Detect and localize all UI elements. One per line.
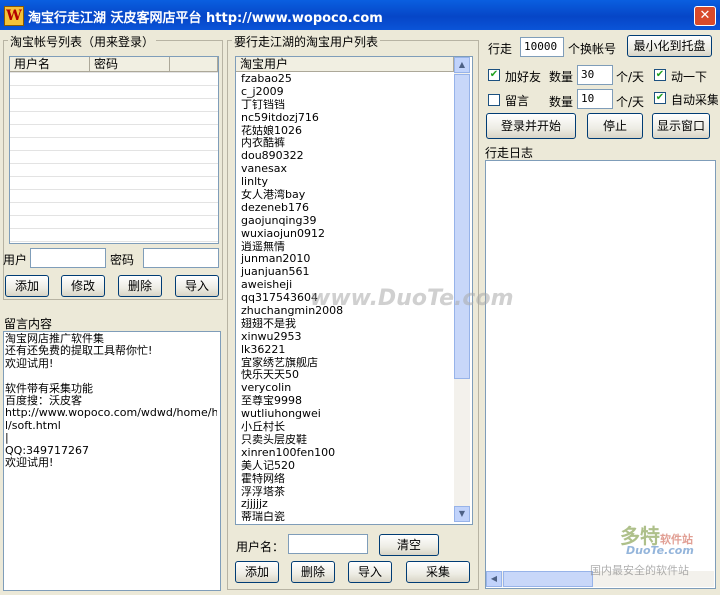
message-line: http://www.wopoco.com/wdwd/home/htm bbox=[5, 406, 217, 420]
switch-account-label: 个换帐号 bbox=[568, 42, 617, 56]
friend-per-day-label: 个/天 bbox=[616, 70, 645, 84]
list-item[interactable]: fzabao25 bbox=[239, 73, 453, 86]
duote-logo-url: DuoTe.com bbox=[626, 544, 694, 557]
list-item[interactable]: 小丘村长 bbox=[239, 421, 453, 434]
friend-qty-input[interactable]: 30 bbox=[577, 65, 613, 85]
auto-collect-label: 自动采集 bbox=[671, 93, 718, 107]
target-username-label: 用户名： bbox=[236, 540, 285, 554]
act-label: 动一下 bbox=[671, 70, 708, 84]
target-delete-button[interactable]: 删除 bbox=[291, 561, 335, 583]
add-friend-label: 加好友 bbox=[505, 70, 542, 84]
scroll-down-icon[interactable]: ▼ bbox=[454, 506, 470, 522]
message-line: l/soft.html bbox=[5, 418, 61, 432]
list-item[interactable]: linlty bbox=[239, 176, 453, 189]
list-item[interactable]: 霍特网络 bbox=[239, 473, 453, 486]
message-group-title: 留言内容 bbox=[2, 315, 55, 332]
message-per-day-label: 个/天 bbox=[616, 95, 645, 109]
list-item[interactable]: xinwu2953 bbox=[239, 331, 453, 344]
stop-button[interactable]: 停止 bbox=[587, 113, 643, 139]
auto-collect-checkbox[interactable]: ✔ bbox=[654, 92, 666, 104]
targets-group-title: 要行走江湖的淘宝用户列表 bbox=[232, 33, 381, 50]
list-item[interactable]: 内衣酷裤 bbox=[239, 137, 453, 150]
list-item[interactable]: c_j2009 bbox=[239, 86, 453, 99]
account-user-input[interactable] bbox=[30, 248, 106, 268]
targets-col-user[interactable]: 淘宝用户 bbox=[236, 57, 454, 72]
accounts-col-pass[interactable]: 密码 bbox=[90, 57, 170, 72]
account-edit-button[interactable]: 修改 bbox=[61, 275, 105, 297]
message-option-label: 留言 bbox=[505, 94, 530, 108]
log-hscroll-thumb[interactable] bbox=[503, 571, 593, 587]
list-item[interactable]: 蒂瑞白瓷 bbox=[239, 511, 453, 521]
message-line: | bbox=[5, 431, 9, 445]
list-item[interactable]: wutliuhongwei bbox=[239, 408, 453, 421]
duote-watermark: www.DuoTe.com bbox=[310, 286, 514, 311]
message-line: 欢迎试用! bbox=[5, 356, 54, 370]
window-title: 淘宝行走江湖 沃皮客网店平台 http://www.wopoco.com bbox=[28, 11, 383, 26]
accounts-group-title: 淘宝帐号列表（用来登录） bbox=[8, 33, 157, 50]
list-item[interactable]: xinren100fen100 bbox=[239, 447, 453, 460]
list-item[interactable]: 翅翅不是我 bbox=[239, 318, 453, 331]
close-button[interactable]: ✕ bbox=[694, 6, 716, 26]
message-text: 淘宝网店推广软件集 还有还免费的提取工具帮你忙! 欢迎试用! 软件带有采集功能 百度搜：… bbox=[5, 333, 217, 587]
target-import-button[interactable]: 导入 bbox=[348, 561, 392, 583]
list-item[interactable]: lk36221 bbox=[239, 344, 453, 357]
account-pass-label: 密码 bbox=[110, 253, 135, 267]
message-checkbox[interactable] bbox=[488, 94, 500, 106]
duote-logo-slogan: 国内最安全的软件站 bbox=[590, 564, 689, 577]
account-pass-input[interactable] bbox=[143, 248, 219, 268]
list-item[interactable]: zjjjjjz bbox=[239, 498, 453, 511]
list-item[interactable]: nc59itdozj716 bbox=[239, 112, 453, 125]
message-line: 欢迎试用! bbox=[5, 456, 54, 470]
accounts-table[interactable]: 用户名 密码 bbox=[9, 56, 219, 244]
duote-logo: 多特软件站 DuoTe.com 国内最安全的软件站 bbox=[590, 520, 716, 580]
message-line: 还有还免费的提取工具帮你忙! bbox=[5, 344, 153, 358]
list-item[interactable]: 逍遥無情 bbox=[239, 241, 453, 254]
list-item[interactable]: gaojunqing39 bbox=[239, 215, 453, 228]
accounts-col-extra bbox=[170, 57, 218, 72]
scroll-left-icon[interactable]: ◀ bbox=[486, 571, 502, 587]
target-collect-button[interactable]: 采集 bbox=[406, 561, 470, 583]
list-item[interactable]: 浮浮塔茶 bbox=[239, 486, 453, 499]
login-start-button[interactable]: 登录并开始 bbox=[486, 113, 576, 139]
message-line bbox=[5, 370, 217, 382]
list-item[interactable]: 只卖头层皮鞋 bbox=[239, 434, 453, 447]
title-bar[interactable]: W 淘宝行走江湖 沃皮客网店平台 http://www.wopoco.com ✕ bbox=[0, 0, 720, 30]
list-item[interactable]: 宜家绣艺旗舰店 bbox=[239, 357, 453, 370]
show-window-button[interactable]: 显示窗口 bbox=[652, 113, 710, 139]
message-qty-label: 数量 bbox=[549, 95, 574, 109]
accounts-col-user[interactable]: 用户名 bbox=[10, 57, 90, 72]
list-item[interactable]: junman2010 bbox=[239, 253, 453, 266]
list-item[interactable]: juanjuan561 bbox=[239, 266, 453, 279]
list-item[interactable]: dou890322 bbox=[239, 150, 453, 163]
scroll-thumb[interactable] bbox=[454, 74, 470, 379]
act-checkbox[interactable]: ✔ bbox=[654, 69, 666, 81]
scroll-up-icon[interactable]: ▲ bbox=[454, 57, 470, 73]
account-import-button[interactable]: 导入 bbox=[175, 275, 219, 297]
target-clear-button[interactable]: 清空 bbox=[379, 534, 439, 556]
list-item[interactable]: 至尊宝9998 bbox=[239, 395, 453, 408]
list-item[interactable]: 花姑娘1026 bbox=[239, 125, 453, 138]
walk-label: 行走 bbox=[488, 42, 513, 56]
account-add-button[interactable]: 添加 bbox=[5, 275, 49, 297]
list-item[interactable]: 美人记520 bbox=[239, 460, 453, 473]
log-title: 行走日志 bbox=[485, 146, 534, 160]
list-item[interactable]: dezeneb176 bbox=[239, 202, 453, 215]
walk-count-input[interactable]: 10000 bbox=[520, 37, 564, 57]
list-item[interactable]: verycolin bbox=[239, 382, 453, 395]
app-icon: W bbox=[4, 6, 24, 26]
target-username-input[interactable] bbox=[288, 534, 368, 554]
close-icon: ✕ bbox=[699, 8, 711, 23]
list-item[interactable]: 快乐天天50 bbox=[239, 369, 453, 382]
list-item[interactable]: 丁钉铛铛 bbox=[239, 99, 453, 112]
target-add-button[interactable]: 添加 bbox=[235, 561, 279, 583]
list-item[interactable]: vanesax bbox=[239, 163, 453, 176]
message-qty-input[interactable]: 10 bbox=[577, 89, 613, 109]
list-item[interactable]: wuxiaojun0912 bbox=[239, 228, 453, 241]
minimize-to-tray-button[interactable]: 最小化到托盘 bbox=[627, 35, 712, 57]
account-delete-button[interactable]: 删除 bbox=[118, 275, 162, 297]
friend-qty-label: 数量 bbox=[549, 70, 574, 84]
add-friend-checkbox[interactable]: ✔ bbox=[488, 69, 500, 81]
list-item[interactable]: 女人港湾bay bbox=[239, 189, 453, 202]
account-user-label: 用户 bbox=[3, 253, 28, 267]
